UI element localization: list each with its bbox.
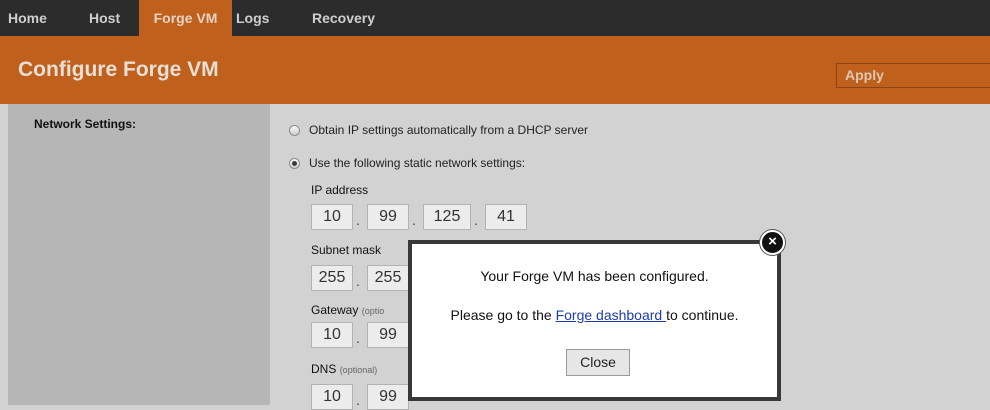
static-radio-label: Use the following static network setting… — [309, 156, 526, 170]
dns-octet-2[interactable]: 99 — [367, 384, 409, 410]
static-radio[interactable] — [289, 158, 300, 170]
dhcp-radio-label: Obtain IP settings automatically from a … — [309, 123, 588, 137]
dialog-instruction-prefix: Please go to the — [450, 307, 556, 323]
configured-dialog: Your Forge VM has been configured. Pleas… — [408, 240, 781, 401]
top-nav: Home Host Forge VM Logs Recovery — [0, 0, 990, 36]
close-button[interactable]: Close — [566, 349, 630, 376]
nav-forge-vm[interactable]: Forge VM — [139, 0, 232, 36]
forge-dashboard-link[interactable]: Forge dashboard — [556, 307, 667, 323]
dialog-instruction-suffix: to continue. — [666, 307, 739, 323]
nav-recovery[interactable]: Recovery — [312, 0, 375, 36]
page-title: Configure Forge VM — [18, 58, 219, 81]
dns-label: DNS (optional) — [311, 362, 377, 376]
network-settings-label: Network Settings: — [34, 117, 137, 131]
subnet-octet-2[interactable]: 255 — [367, 265, 409, 291]
ip-octet-3[interactable]: 125 — [423, 204, 471, 230]
static-option[interactable]: Use the following static network setting… — [289, 156, 525, 170]
dialog-message: Your Forge VM has been configured. — [480, 268, 709, 284]
ip-address-label: IP address — [311, 183, 369, 197]
gateway-label-text: Gateway — [311, 303, 359, 317]
dns-label-text: DNS — [311, 362, 337, 376]
dhcp-radio[interactable] — [289, 125, 300, 137]
nav-home[interactable]: Home — [8, 0, 47, 36]
settings-sidebar — [8, 104, 270, 405]
gateway-octet-2[interactable]: 99 — [367, 322, 409, 348]
ip-octet-4[interactable]: 41 — [485, 204, 527, 230]
gateway-octet-1[interactable]: 10 — [311, 322, 353, 348]
dhcp-option[interactable]: Obtain IP settings automatically from a … — [289, 123, 588, 137]
nav-host[interactable]: Host — [89, 0, 120, 36]
close-x-circle-icon[interactable]: × — [760, 230, 785, 255]
dialog-instruction: Please go to the Forge dashboard to cont… — [412, 307, 777, 323]
dns-optional-hint: (optional) — [339, 365, 378, 375]
ip-octet-2[interactable]: 99 — [367, 204, 409, 230]
gateway-label: Gateway (optio — [311, 303, 384, 317]
subnet-mask-label: Subnet mask — [311, 243, 382, 257]
apply-button[interactable]: Apply — [836, 63, 990, 88]
subnet-octet-1[interactable]: 255 — [311, 265, 353, 291]
nav-logs[interactable]: Logs — [236, 0, 269, 36]
ip-octet-1[interactable]: 10 — [311, 204, 353, 230]
dns-octet-1[interactable]: 10 — [311, 384, 353, 410]
gateway-optional-hint: (optio — [361, 306, 385, 316]
